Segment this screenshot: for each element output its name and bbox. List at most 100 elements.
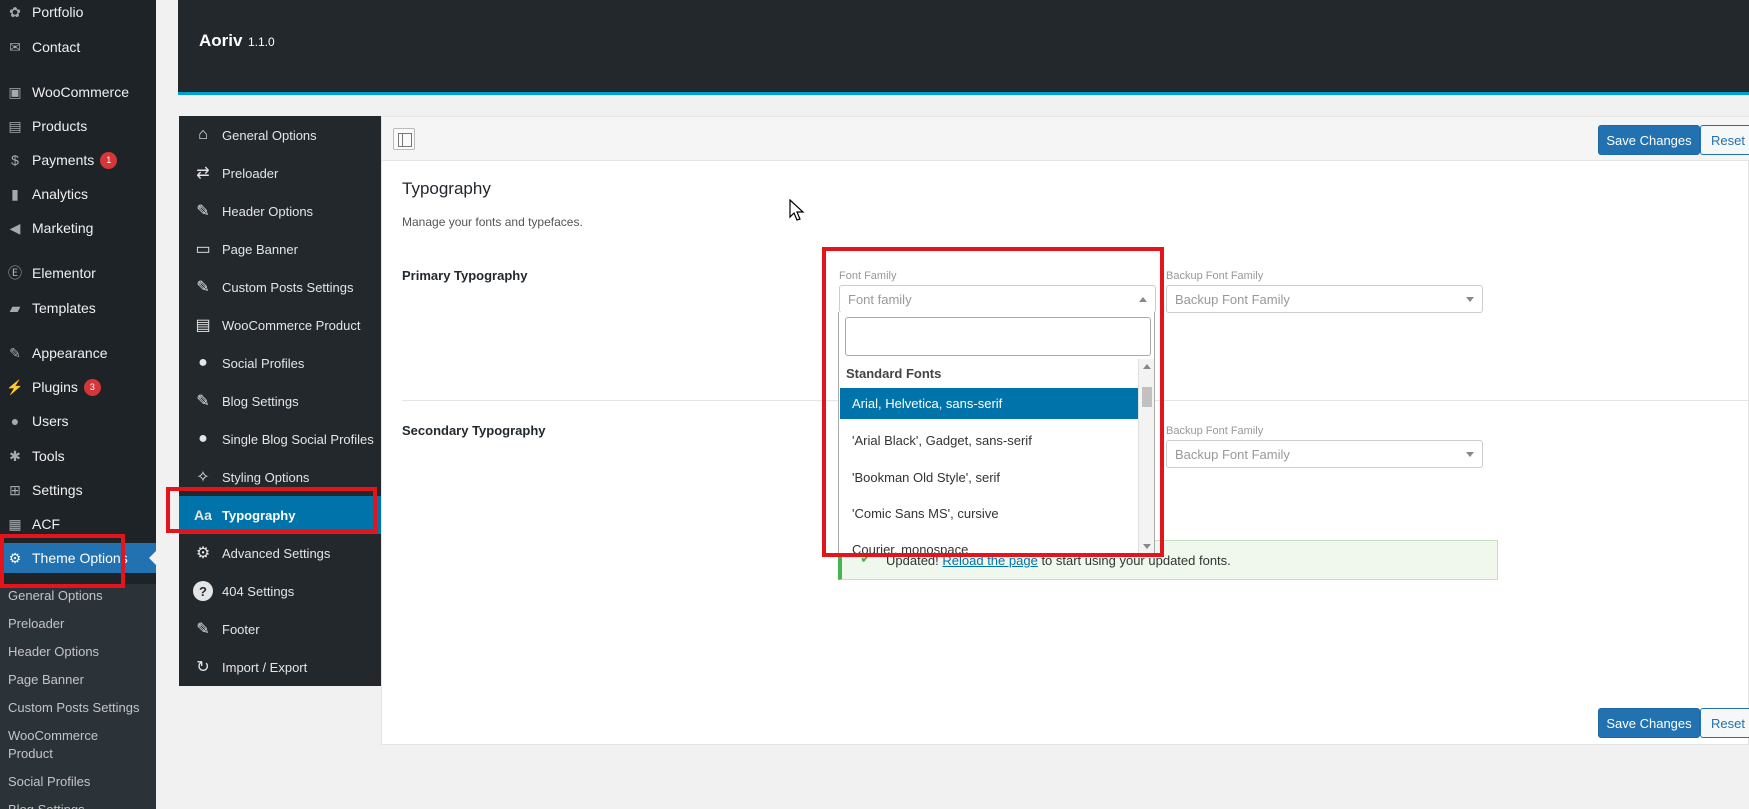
submenu-item[interactable]: Custom Posts Settings: [8, 699, 153, 717]
nav-item-label: General Options: [222, 127, 317, 143]
banner-icon: ▭: [195, 241, 211, 258]
nav-item-general-options[interactable]: ⌂ General Options: [179, 116, 381, 154]
sidebar-item-plugins[interactable]: ⚡ Plugins 3: [0, 372, 156, 402]
sidebar-item-templates[interactable]: ▰ Templates: [0, 293, 156, 323]
reload-page-link[interactable]: Reload the page: [942, 553, 1037, 568]
sidebar-item-label: ACF: [32, 516, 60, 532]
reset-section-button[interactable]: Reset Section: [1700, 708, 1749, 738]
nav-item-label: Preloader: [222, 165, 279, 181]
acf-icon: ▦: [8, 515, 22, 532]
sidebar-item-label: Tools: [32, 448, 65, 464]
submenu-item[interactable]: General Options: [8, 587, 153, 605]
bottom-toolbar: [382, 699, 1749, 745]
nav-item-advanced-settings[interactable]: ⚙ Advanced Settings: [179, 534, 381, 572]
edit-icon: ✎: [196, 279, 210, 296]
nav-item-404-settings[interactable]: ? 404 Settings: [179, 572, 381, 610]
sidebar-item-tools[interactable]: ✱ Tools: [0, 441, 156, 471]
refresh-icon: ↻: [196, 659, 210, 676]
dropdown-option[interactable]: 'Comic Sans MS', cursive: [840, 498, 1138, 529]
analytics-icon: ▮: [11, 185, 19, 202]
dropdown-option[interactable]: Courier, monospace: [840, 534, 1138, 553]
options-header: Aoriv 1.1.0: [178, 0, 1749, 95]
backup-font-family-value: Backup Font Family: [1175, 292, 1290, 307]
sidebar-item-users[interactable]: ● Users: [0, 406, 156, 436]
nav-item-custom-posts-settings[interactable]: ✎ Custom Posts Settings: [179, 268, 381, 306]
section-description: Manage your fonts and typefaces.: [402, 215, 583, 229]
reset-section-button[interactable]: Reset Section: [1700, 125, 1749, 155]
elementor-icon: Ⓔ: [8, 265, 22, 281]
sidebar-item-marketing[interactable]: ◀ Marketing: [0, 213, 156, 243]
scroll-down-icon[interactable]: [1143, 544, 1151, 549]
nav-item-typography[interactable]: Aa Typography: [179, 496, 381, 534]
expand-icon[interactable]: [393, 128, 415, 150]
font-family-dropdown: Standard Fonts Arial, Helvetica, sans-se…: [838, 312, 1155, 554]
user-icon: ●: [198, 354, 208, 371]
nav-item-label: Import / Export: [222, 659, 308, 675]
sidebar-item-payments[interactable]: $ Payments 1: [0, 145, 156, 175]
sidebar-item-products[interactable]: ▤ Products: [0, 111, 156, 141]
brush-icon: ✎: [9, 344, 21, 361]
nav-item-import-export[interactable]: ↻ Import / Export: [179, 648, 381, 686]
nav-item-preloader[interactable]: ⇄ Preloader: [179, 154, 381, 192]
submenu-item[interactable]: Page Banner: [8, 671, 153, 689]
submenu-item[interactable]: Social Profiles: [8, 773, 153, 791]
scroll-thumb[interactable]: [1142, 387, 1152, 407]
save-button[interactable]: Save Changes: [1598, 708, 1700, 738]
notification-badge: 1: [100, 151, 118, 169]
dropdown-option[interactable]: Arial, Helvetica, sans-serif: [840, 388, 1138, 419]
nav-item-label: 404 Settings: [222, 583, 295, 599]
nav-item-label: Single Blog Social Profiles: [222, 431, 374, 447]
dropdown-option[interactable]: 'Arial Black', Gadget, sans-serif: [840, 425, 1138, 456]
section-title: Typography: [402, 179, 491, 198]
sidebar-item-label: Marketing: [32, 220, 94, 236]
megaphone-icon: ◀: [9, 219, 21, 236]
submenu-item[interactable]: Blog Settings: [8, 801, 153, 809]
submenu-item[interactable]: Header Options: [8, 643, 153, 661]
sidebar-item-appearance[interactable]: ✎ Appearance: [0, 338, 156, 368]
sidebar-item-elementor[interactable]: Ⓔ Elementor: [0, 258, 156, 288]
clipboard-icon: ▤: [195, 317, 211, 334]
scroll-up-icon[interactable]: [1143, 364, 1151, 369]
dropdown-scrollbar[interactable]: [1138, 359, 1154, 553]
sidebar-item-analytics[interactable]: ▮ Analytics: [0, 179, 156, 209]
wrench-icon: ✱: [9, 447, 21, 464]
user-icon: ●: [10, 413, 20, 429]
nav-item-social-profiles[interactable]: ● Social Profiles: [179, 344, 381, 382]
nav-item-woocommerce-product[interactable]: ▤ WooCommerce Product: [179, 306, 381, 344]
backup-font-family-value: Backup Font Family: [1175, 447, 1290, 462]
notice-prefix: Updated!: [886, 553, 939, 568]
settings-icon: ⊞: [9, 481, 21, 498]
nav-item-styling-options[interactable]: ✧ Styling Options: [179, 458, 381, 496]
nav-item-blog-settings[interactable]: ✎ Blog Settings: [179, 382, 381, 420]
gear-icon: ⚙: [8, 549, 22, 566]
backup-font-family-select[interactable]: Backup Font Family: [1166, 285, 1483, 313]
sidebar-item-woocommerce[interactable]: ▣ WooCommerce: [0, 77, 156, 107]
dropdown-option[interactable]: 'Bookman Old Style', serif: [840, 462, 1138, 493]
secondary-backup-font-family-select[interactable]: Backup Font Family: [1166, 440, 1483, 468]
sidebar-item-acf[interactable]: ▦ ACF: [0, 509, 156, 539]
font-family-label: Font Family: [839, 270, 897, 282]
sidebar-item-settings[interactable]: ⊞ Settings: [0, 475, 156, 505]
options-nav: ⌂ General Options ⇄ Preloader ✎ Header Opti…: [179, 116, 381, 686]
mail-icon: ✉: [9, 38, 21, 55]
nav-item-header-options[interactable]: ✎ Header Options: [179, 192, 381, 230]
backup-font-family-label: Backup Font Family: [1166, 425, 1264, 437]
nav-item-single-blog-social-profiles[interactable]: ● Single Blog Social Profiles: [179, 420, 381, 458]
dropdown-search-input[interactable]: [845, 317, 1151, 356]
sidebar-item-label: Theme Options: [32, 550, 128, 566]
nav-item-page-banner[interactable]: ▭ Page Banner: [179, 230, 381, 268]
submenu-item[interactable]: Preloader: [8, 615, 153, 633]
chevron-down-icon: [1466, 452, 1474, 457]
theme-options-submenu: General Options Preloader Header Options…: [0, 584, 156, 809]
sidebar-item-label: Users: [32, 413, 69, 429]
edit-icon: ✎: [196, 203, 210, 220]
submenu-item[interactable]: WooCommerce Product: [8, 727, 118, 763]
sidebar-item-contact[interactable]: ✉ Contact: [0, 32, 156, 62]
nav-item-footer[interactable]: ✎ Footer: [179, 610, 381, 648]
sidebar-item-label: Templates: [32, 300, 96, 316]
save-button[interactable]: Save Changes: [1598, 125, 1700, 155]
sidebar-item-theme-options[interactable]: ⚙ Theme Options: [0, 543, 156, 573]
sidebar-item-portfolio[interactable]: ✿ Portfolio: [0, 0, 156, 27]
font-family-select[interactable]: Font family: [839, 285, 1156, 313]
font-family-value: Font family: [848, 292, 912, 307]
